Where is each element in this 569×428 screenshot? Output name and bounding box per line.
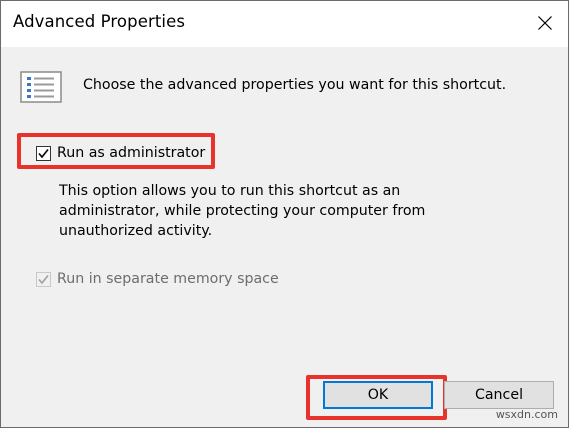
- description-line-1: This option allows you to run this short…: [59, 183, 401, 199]
- description-line-3: unauthorized activity.: [59, 223, 213, 239]
- watermark-text: wsxdn.com: [495, 408, 558, 421]
- list-properties-icon: [20, 71, 62, 103]
- separate-memory-label: Run in separate memory space: [57, 271, 279, 287]
- separate-memory-checkbox: [36, 271, 51, 287]
- dialog-content: Choose the advanced properties you want …: [1, 47, 568, 427]
- admin-description: This option allows you to run this short…: [59, 181, 459, 241]
- description-line-2: administrator, while protecting your com…: [59, 203, 426, 219]
- ok-highlight-box: [306, 375, 447, 420]
- intro-text: Choose the advanced properties you want …: [83, 77, 507, 93]
- advanced-properties-dialog: Advanced Properties Choose the advanced …: [0, 0, 569, 428]
- cancel-button[interactable]: Cancel: [444, 381, 554, 409]
- checkmark-icon: [38, 274, 49, 284]
- close-button[interactable]: [522, 1, 568, 47]
- separate-memory-row: Run in separate memory space: [36, 271, 279, 287]
- dialog-title: Advanced Properties: [13, 12, 186, 31]
- admin-highlight-box: [17, 133, 215, 169]
- title-bar: Advanced Properties: [1, 1, 568, 47]
- close-icon: [538, 16, 552, 30]
